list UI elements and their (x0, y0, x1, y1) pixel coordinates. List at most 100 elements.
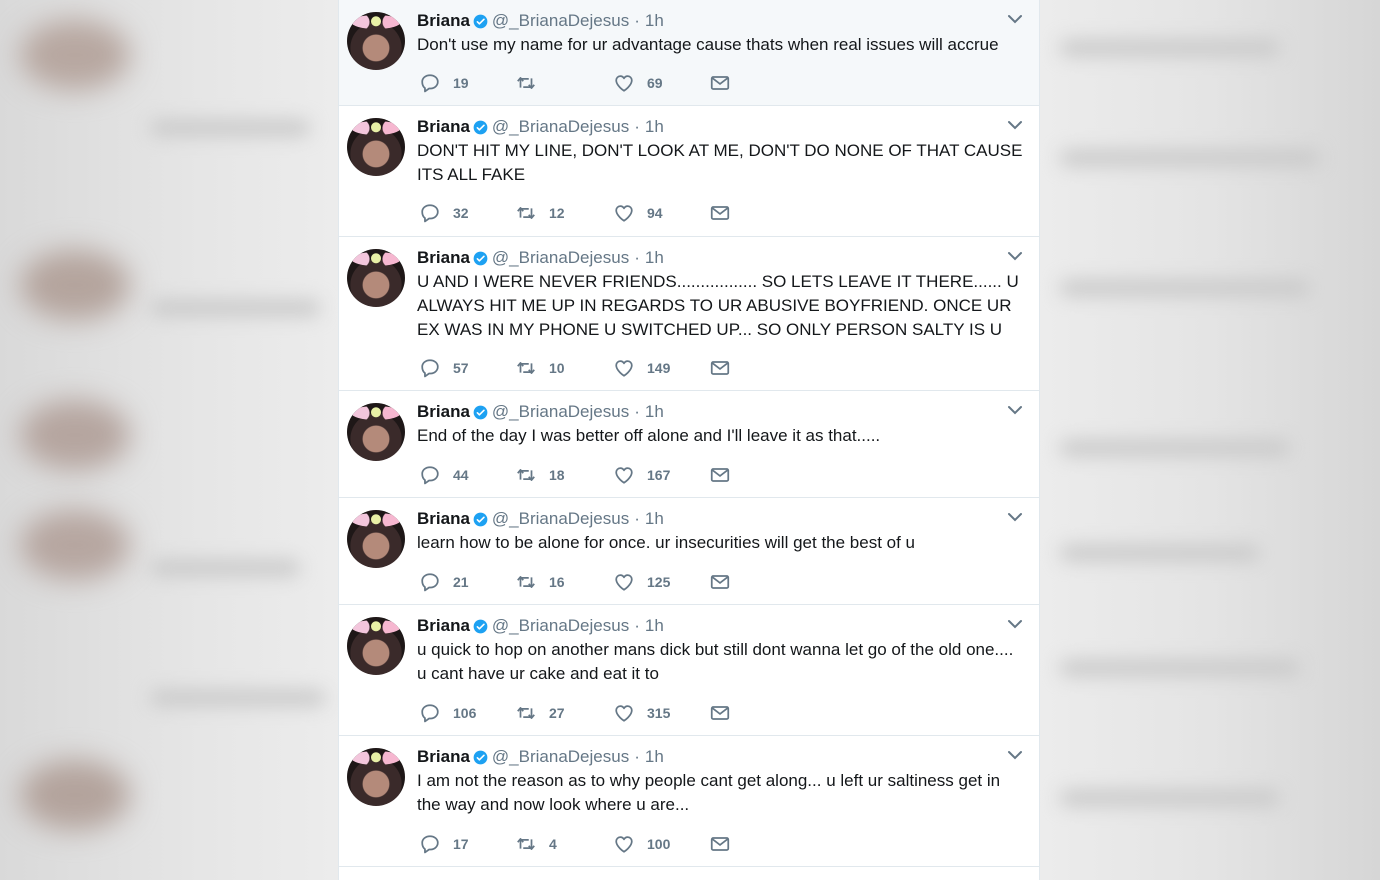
direct-message-button[interactable] (709, 72, 743, 94)
like-button[interactable]: 149 (613, 357, 670, 379)
tweet-feed: Briana @_BrianaDejesus · 1h Don't use my… (338, 0, 1040, 880)
tweet-item[interactable]: Briana @_BrianaDejesus · 1h DON'T HIT MY… (339, 106, 1039, 237)
like-button[interactable]: 167 (613, 464, 670, 486)
tweet-item[interactable]: Briana @_BrianaDejesus · 1h u quick to h… (339, 605, 1039, 736)
user-handle[interactable]: @_BrianaDejesus (492, 11, 629, 31)
reply-button[interactable]: 32 (419, 202, 469, 224)
verified-badge-icon (473, 619, 488, 633)
like-count: 125 (647, 574, 671, 590)
like-button[interactable]: 69 (613, 72, 663, 94)
verified-badge-icon (473, 14, 488, 28)
user-handle[interactable]: @_BrianaDejesus (492, 117, 629, 137)
tweet-item[interactable]: Briana @_BrianaDejesus · 1h learn how to… (339, 498, 1039, 605)
chevron-down-icon[interactable] (1007, 619, 1023, 629)
tweet-actions: 19 69 (419, 72, 749, 94)
tweet-timestamp[interactable]: 1h (645, 402, 664, 422)
display-name[interactable]: Briana (417, 117, 470, 137)
reply-count: 19 (453, 75, 469, 91)
tweet-header: Briana @_BrianaDejesus · 1h (417, 247, 664, 269)
direct-message-button[interactable] (709, 702, 743, 724)
retweet-button[interactable]: 27 (515, 702, 565, 724)
display-name[interactable]: Briana (417, 248, 470, 268)
direct-message-button[interactable] (709, 833, 743, 855)
user-handle[interactable]: @_BrianaDejesus (492, 616, 629, 636)
chevron-down-icon[interactable] (1007, 14, 1023, 24)
retweet-button[interactable]: 12 (515, 202, 565, 224)
chevron-down-icon[interactable] (1007, 405, 1023, 415)
retweet-icon (517, 362, 535, 374)
tweet-header: Briana @_BrianaDejesus · 1h (417, 746, 664, 768)
retweet-count: 18 (549, 467, 565, 483)
display-name[interactable]: Briana (417, 616, 470, 636)
like-count: 167 (647, 467, 671, 483)
like-button[interactable]: 315 (613, 702, 670, 724)
avatar[interactable] (347, 249, 405, 307)
tweet-item[interactable]: Briana @_BrianaDejesus · 1h U AND I WERE… (339, 237, 1039, 391)
tweet-timestamp[interactable]: 1h (645, 11, 664, 31)
tweet-item[interactable]: Briana @_BrianaDejesus · 1h I am not the… (339, 736, 1039, 867)
avatar[interactable] (347, 12, 405, 70)
avatar[interactable] (347, 617, 405, 675)
chevron-down-icon[interactable] (1007, 512, 1023, 522)
avatar[interactable] (347, 748, 405, 806)
display-name[interactable]: Briana (417, 747, 470, 767)
envelope-icon (710, 837, 730, 851)
like-button[interactable]: 125 (613, 571, 670, 593)
retweet-button[interactable]: 18 (515, 464, 565, 486)
tweet-timestamp[interactable]: 1h (645, 747, 664, 767)
tweet-header: Briana @_BrianaDejesus · 1h (417, 401, 664, 423)
user-handle[interactable]: @_BrianaDejesus (492, 402, 629, 422)
retweet-count: 12 (549, 205, 565, 221)
retweet-button[interactable]: 10 (515, 357, 565, 379)
tweet-actions: 17 4 100 (419, 833, 749, 855)
like-button[interactable]: 100 (613, 833, 670, 855)
direct-message-button[interactable] (709, 202, 743, 224)
user-handle[interactable]: @_BrianaDejesus (492, 509, 629, 529)
retweet-icon (517, 77, 535, 89)
tweet-actions: 57 10 149 (419, 357, 749, 379)
reply-button[interactable]: 44 (419, 464, 469, 486)
envelope-icon (710, 575, 730, 589)
tweet-item[interactable]: Briana @_BrianaDejesus · 1h End of the d… (339, 391, 1039, 498)
tweet-timestamp[interactable]: 1h (645, 248, 664, 268)
reply-icon (421, 835, 439, 854)
tweet-timestamp[interactable]: 1h (645, 616, 664, 636)
verified-badge-icon (473, 120, 488, 134)
envelope-icon (710, 76, 730, 90)
reply-count: 21 (453, 574, 469, 590)
reply-count: 17 (453, 836, 469, 852)
chevron-down-icon[interactable] (1007, 251, 1023, 261)
avatar[interactable] (347, 510, 405, 568)
like-count: 69 (647, 75, 663, 91)
tweet-text: DON'T HIT MY LINE, DON'T LOOK AT ME, DON… (417, 141, 1028, 184)
retweet-button[interactable] (515, 72, 549, 94)
reply-button[interactable]: 17 (419, 833, 469, 855)
user-handle[interactable]: @_BrianaDejesus (492, 248, 629, 268)
tweet-header: Briana @_BrianaDejesus · 1h (417, 116, 664, 138)
envelope-icon (710, 206, 730, 220)
chevron-down-icon[interactable] (1007, 750, 1023, 760)
reply-button[interactable]: 106 (419, 702, 476, 724)
like-button[interactable]: 94 (613, 202, 663, 224)
display-name[interactable]: Briana (417, 402, 470, 422)
direct-message-button[interactable] (709, 571, 743, 593)
like-count: 100 (647, 836, 671, 852)
display-name[interactable]: Briana (417, 11, 470, 31)
avatar[interactable] (347, 403, 405, 461)
direct-message-button[interactable] (709, 464, 743, 486)
tweet-timestamp[interactable]: 1h (645, 117, 664, 137)
retweet-button[interactable]: 4 (515, 833, 557, 855)
retweet-button[interactable]: 16 (515, 571, 565, 593)
chevron-down-icon[interactable] (1007, 120, 1023, 130)
retweet-icon (517, 469, 535, 481)
tweet-item[interactable]: Briana @_BrianaDejesus · 1h Don't use my… (339, 0, 1039, 106)
direct-message-button[interactable] (709, 357, 743, 379)
avatar[interactable] (347, 118, 405, 176)
display-name[interactable]: Briana (417, 509, 470, 529)
reply-button[interactable]: 57 (419, 357, 469, 379)
reply-button[interactable]: 19 (419, 72, 469, 94)
tweet-timestamp[interactable]: 1h (645, 509, 664, 529)
reply-button[interactable]: 21 (419, 571, 469, 593)
user-handle[interactable]: @_BrianaDejesus (492, 747, 629, 767)
heart-icon (615, 836, 633, 853)
